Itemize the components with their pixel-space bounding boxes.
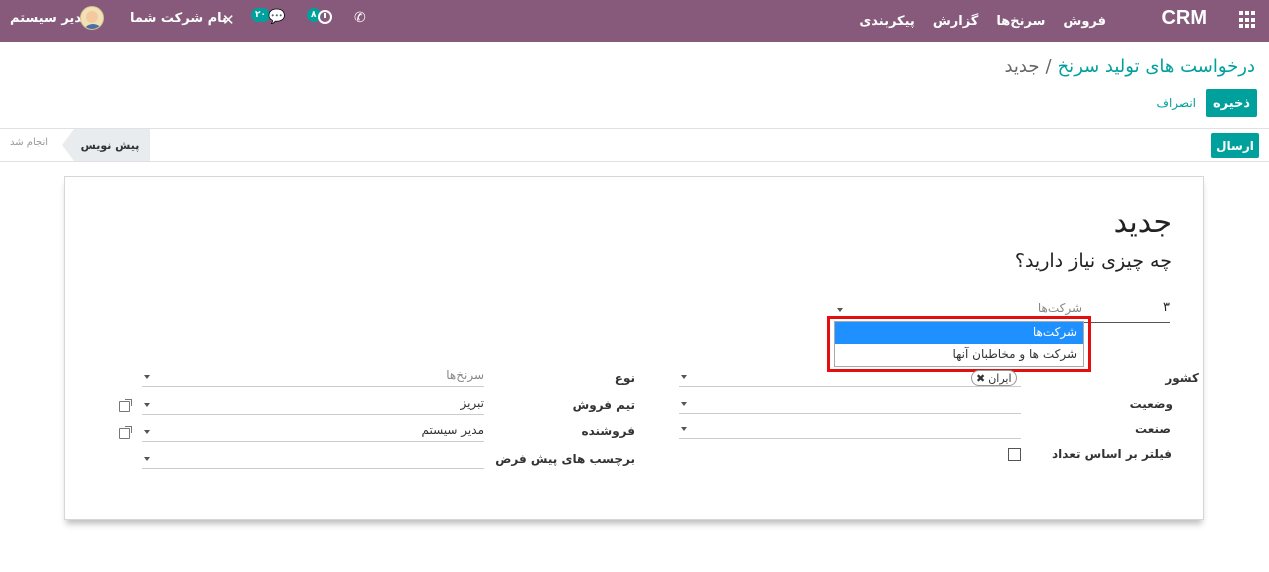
state-label: وضعیت — [1129, 397, 1173, 411]
company-switcher[interactable]: نام شرکت شما — [130, 11, 227, 26]
menu-item-sales[interactable]: فروش — [1063, 14, 1106, 29]
breadcrumb-parent-link[interactable]: درخواست های تولید سرنخ — [1058, 56, 1255, 77]
discard-button[interactable]: انصراف — [1157, 89, 1196, 117]
app-brand[interactable]: CRM — [1161, 7, 1207, 30]
breadcrumb-current: جدید — [1004, 56, 1040, 77]
quantity-input[interactable]: ۳ — [1163, 300, 1170, 315]
stage-draft[interactable]: پیش نویس — [62, 129, 150, 161]
chevron-down-icon[interactable] — [144, 430, 150, 434]
form-question: چه چیزی نیاز دارید؟ — [1014, 250, 1172, 272]
chevron-down-icon[interactable] — [681, 375, 687, 379]
filter-count-label: فیلتر بر اساس تعداد — [1052, 447, 1172, 461]
chevron-down-icon[interactable] — [144, 403, 150, 407]
save-button[interactable]: ذخیره — [1206, 89, 1257, 117]
salesperson-field[interactable]: مدیر سیستم — [142, 422, 484, 442]
external-link-icon[interactable] — [119, 399, 132, 412]
chevron-down-icon[interactable] — [681, 427, 687, 431]
chevron-down-icon[interactable] — [144, 457, 150, 461]
industry-label: صنعت — [1135, 422, 1171, 436]
chevron-down-icon[interactable] — [144, 375, 150, 379]
salesperson-value: مدیر سیستم — [421, 423, 485, 437]
phone-icon[interactable]: ✆ — [354, 10, 366, 26]
menu-item-leads[interactable]: سرنخ‌ها — [996, 14, 1045, 29]
filter-count-checkbox[interactable] — [1008, 448, 1021, 461]
sales-team-label: تیم فروش — [572, 398, 635, 412]
breadcrumb: درخواست های تولید سرنخ /جدید — [1004, 56, 1255, 77]
menu-item-configuration[interactable]: پیکربندی — [859, 14, 914, 29]
country-label: کشور — [1165, 371, 1199, 385]
send-button[interactable]: ارسال — [1211, 133, 1259, 158]
country-field[interactable] — [679, 367, 1021, 387]
chat-icon[interactable]: 💬 — [268, 9, 285, 25]
annotation-highlight-box — [827, 316, 1091, 372]
chevron-down-icon[interactable] — [837, 308, 843, 312]
industry-field[interactable] — [679, 419, 1021, 439]
type-field[interactable]: سرنخ‌ها — [142, 367, 484, 387]
breadcrumb-separator: / — [1045, 56, 1052, 77]
record-title: جدید — [1113, 205, 1172, 240]
chevron-down-icon[interactable] — [681, 402, 687, 406]
state-field[interactable] — [679, 394, 1021, 414]
type-value: سرنخ‌ها — [446, 368, 484, 382]
menu-item-reporting[interactable]: گزارش — [933, 14, 979, 29]
main-menu: فروش سرنخ‌ها گزارش پیکربندی — [859, 0, 1106, 42]
default-tags-label: برچسب های پیش فرض — [495, 452, 635, 466]
country-tag-label: ایران — [988, 371, 1012, 385]
user-menu-name[interactable]: مدیر سیستم — [10, 11, 90, 26]
user-avatar[interactable] — [80, 6, 104, 30]
activity-clock-icon[interactable] — [318, 10, 332, 24]
search-type-select[interactable]: شرکت‌ها — [1038, 301, 1082, 315]
country-tag: ایران ✖ — [971, 370, 1017, 386]
external-link-icon[interactable] — [119, 426, 132, 439]
type-label: نوع — [614, 371, 635, 385]
salesperson-label: فروشنده — [581, 424, 636, 438]
status-bar: ارسال پیش نویس انجام شد — [0, 129, 1269, 162]
stage-done[interactable]: انجام شد — [10, 137, 48, 148]
sales-team-field[interactable]: تبریز — [142, 395, 484, 415]
debug-tools-icon[interactable]: ✕ — [222, 11, 235, 29]
default-tags-field[interactable] — [142, 449, 484, 469]
apps-menu-icon[interactable] — [1239, 11, 1257, 29]
sales-team-value: تبریز — [460, 396, 484, 410]
close-icon[interactable]: ✖ — [976, 372, 985, 385]
top-navbar: CRM فروش سرنخ‌ها گزارش پیکربندی مدیر سیس… — [0, 0, 1269, 42]
